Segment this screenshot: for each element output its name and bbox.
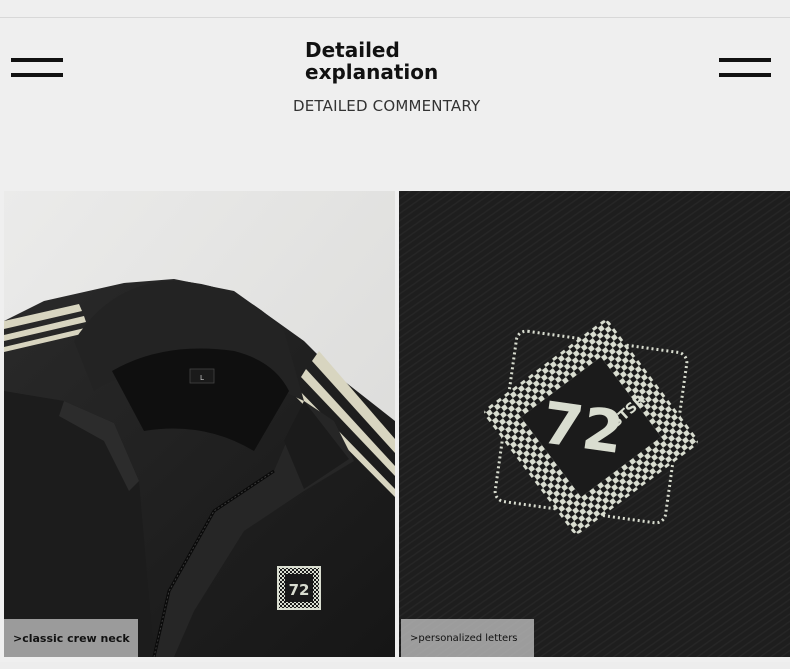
page-title: Detailed explanation xyxy=(305,38,439,84)
badge-photo: 72 STSR >personalized letters xyxy=(399,191,790,657)
collar-illustration: L 72 xyxy=(4,191,395,657)
collar-photo: L 72 >classic crew neck xyxy=(4,191,395,657)
page-subtitle: DETAILED COMMENTARY xyxy=(293,97,481,115)
neck-tag-size: L xyxy=(200,374,204,382)
badge-illustration: 72 STSR xyxy=(399,191,790,657)
page-header: Detailed explanation DETAILED COMMENTARY xyxy=(0,0,790,140)
chest-badge-number: 72 xyxy=(289,581,310,599)
caption-label: >personalized letters xyxy=(401,619,534,657)
caption-label: >classic crew neck xyxy=(4,619,138,657)
bottom-divider xyxy=(0,662,790,669)
chest-badge: 72 xyxy=(277,566,321,610)
badge-number: 72 xyxy=(538,389,627,468)
menu-icon[interactable] xyxy=(719,58,771,80)
menu-icon[interactable] xyxy=(11,58,63,80)
